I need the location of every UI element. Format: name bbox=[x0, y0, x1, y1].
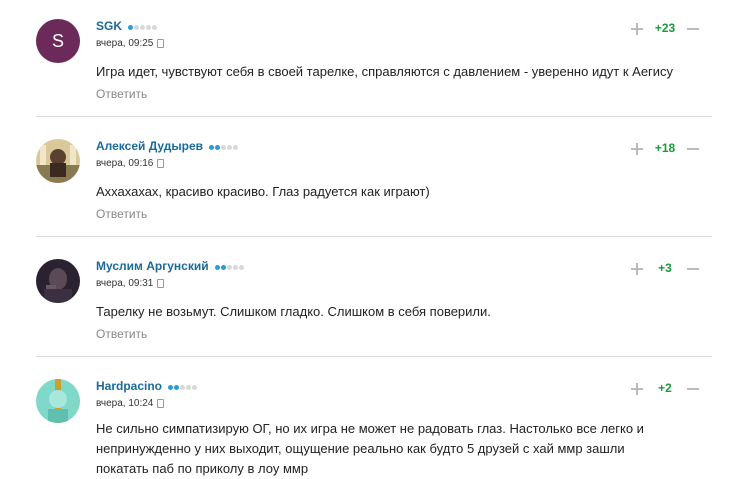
comment-meta: вчера, 09:31 bbox=[96, 278, 165, 289]
upvote-icon[interactable] bbox=[631, 23, 643, 35]
downvote-icon[interactable] bbox=[687, 263, 699, 275]
rating-dots bbox=[214, 260, 245, 274]
divider bbox=[36, 116, 712, 117]
comment-score: +18 bbox=[654, 141, 676, 155]
downvote-icon[interactable] bbox=[687, 383, 699, 395]
vote-controls: +2 bbox=[631, 381, 711, 399]
vote-controls: +3 bbox=[631, 261, 711, 279]
author-name[interactable]: Муслим Аргунский bbox=[96, 259, 245, 274]
downvote-icon[interactable] bbox=[687, 23, 699, 35]
comment-text: Не сильно симпатизирую ОГ, но их игра не… bbox=[96, 419, 716, 479]
avatar[interactable] bbox=[36, 259, 80, 303]
author-name-text[interactable]: Hardpacino bbox=[96, 379, 162, 393]
comment-meta: вчера, 09:16 bbox=[96, 158, 165, 169]
author-name[interactable]: SGK bbox=[96, 19, 158, 34]
comment-time: вчера, 09:25 bbox=[96, 38, 154, 49]
downvote-icon[interactable] bbox=[687, 143, 699, 155]
comment-text-line: непринужденно у них выходит, ощущение ре… bbox=[96, 441, 625, 456]
comment-text-line: покатать паб по приколу в лоу ммр bbox=[96, 461, 309, 476]
upvote-icon[interactable] bbox=[631, 383, 643, 395]
comment-time: вчера, 09:31 bbox=[96, 278, 154, 289]
mobile-device-icon bbox=[157, 398, 165, 408]
vote-controls: +23 bbox=[631, 21, 711, 39]
avatar[interactable] bbox=[36, 379, 80, 423]
author-name[interactable]: Алексей Дудырев bbox=[96, 139, 239, 154]
divider bbox=[36, 236, 712, 237]
comment-score: +3 bbox=[658, 261, 672, 275]
comment-text-line: Не сильно симпатизирую ОГ, но их игра не… bbox=[96, 421, 644, 436]
avatar-image bbox=[36, 139, 80, 183]
comment-text: Игра идет, чувствуют себя в своей тарелк… bbox=[96, 64, 674, 79]
avatar-image bbox=[36, 379, 80, 423]
avatar[interactable] bbox=[36, 139, 80, 183]
rating-dots bbox=[128, 20, 158, 34]
comments-feed: S SGK вчера, 09:25 +23 Игра идет, чувств… bbox=[0, 0, 730, 479]
comment-meta: вчера, 10:24 bbox=[96, 398, 165, 409]
author-name-text[interactable]: Муслим Аргунский bbox=[96, 259, 209, 273]
comment-item: Hardpacino вчера, 10:24 +2 Не сильно сим… bbox=[36, 379, 712, 479]
author-name-text[interactable]: Алексей Дудырев bbox=[96, 139, 203, 153]
comment-item: Алексей Дудырев вчера, 09:16 +18 Аххахах… bbox=[36, 139, 712, 229]
reply-button[interactable]: Ответить bbox=[96, 207, 147, 221]
avatar[interactable]: S bbox=[36, 19, 80, 63]
upvote-icon[interactable] bbox=[631, 263, 643, 275]
rating-dots bbox=[209, 140, 239, 154]
comment-score: +2 bbox=[658, 381, 672, 395]
author-name[interactable]: Hardpacino bbox=[96, 379, 198, 394]
reply-button[interactable]: Ответить bbox=[96, 87, 147, 101]
comment-time: вчера, 09:16 bbox=[96, 158, 154, 169]
mobile-device-icon bbox=[157, 158, 165, 168]
reply-button[interactable]: Ответить bbox=[96, 327, 147, 341]
comment-item: Муслим Аргунский вчера, 09:31 +3 Тарелку… bbox=[36, 259, 712, 349]
comment-text: Тарелку не возьмут. Слишком гладко. Слиш… bbox=[96, 304, 491, 319]
mobile-device-icon bbox=[157, 278, 165, 288]
avatar-image bbox=[36, 259, 80, 303]
divider bbox=[36, 356, 712, 357]
comment-score: +23 bbox=[654, 21, 676, 35]
vote-controls: +18 bbox=[631, 141, 711, 159]
author-name-text[interactable]: SGK bbox=[96, 19, 122, 33]
mobile-device-icon bbox=[157, 38, 165, 48]
comment-item: S SGK вчера, 09:25 +23 Игра идет, чувств… bbox=[36, 19, 712, 109]
comment-text: Аххахахах, красиво красиво. Глаз радуетс… bbox=[96, 184, 430, 199]
comment-time: вчера, 10:24 bbox=[96, 398, 154, 409]
rating-dots bbox=[168, 380, 198, 394]
comment-meta: вчера, 09:25 bbox=[96, 38, 165, 49]
upvote-icon[interactable] bbox=[631, 143, 643, 155]
